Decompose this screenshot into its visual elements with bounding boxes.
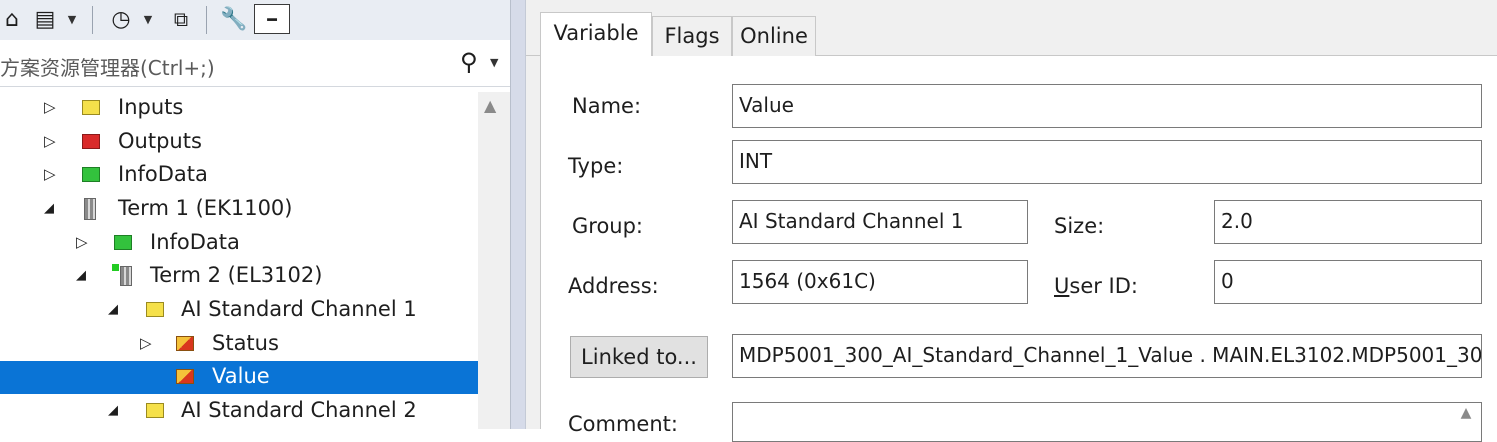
- group-field[interactable]: AI Standard Channel 1: [732, 200, 1028, 244]
- scroll-up-arrow-icon[interactable]: ▲: [484, 96, 496, 115]
- tree-item-label: Status: [212, 331, 279, 355]
- search-input[interactable]: 方案资源管理器(Ctrl+;): [0, 52, 215, 81]
- yellow-folder-icon: [146, 302, 164, 317]
- comment-scroll-up-icon[interactable]: ▲: [1452, 405, 1480, 429]
- terminal-icon: [120, 266, 132, 286]
- expand-arrow-icon[interactable]: ▷: [44, 132, 56, 150]
- pin-icon[interactable]: ━: [254, 4, 290, 34]
- user-id-mnemonic: U: [1054, 274, 1070, 298]
- tree-item-label: InfoData: [118, 162, 208, 186]
- tree-item-label: Inputs: [118, 95, 184, 119]
- tree-item-label: Value: [212, 364, 270, 388]
- green-folder-icon: [114, 235, 132, 250]
- tree-item-status[interactable]: ▷ Status: [0, 328, 478, 361]
- comment-field[interactable]: [732, 402, 1482, 442]
- tab-online[interactable]: Online: [732, 16, 816, 56]
- tree-item-label: AI Standard Channel 1: [181, 297, 417, 321]
- tab-variable[interactable]: Variable: [540, 12, 652, 56]
- switch-view-dropdown-icon[interactable]: ▼: [64, 4, 80, 34]
- home-icon[interactable]: ⌂: [0, 4, 24, 34]
- terminal-icon: [84, 198, 96, 220]
- collapse-all-icon[interactable]: ⧉: [166, 4, 196, 34]
- name-field[interactable]: Value: [732, 84, 1482, 128]
- tree-item-outputs[interactable]: ▷ Outputs: [0, 126, 478, 159]
- switch-view-icon[interactable]: ▤: [28, 4, 62, 34]
- type-field[interactable]: INT: [732, 140, 1482, 184]
- tree-item-label: AI Standard Channel 2: [181, 398, 417, 422]
- property-tabs: Variable Flags Online: [526, 0, 1497, 56]
- active-status-icon: [112, 264, 119, 271]
- expand-arrow-icon[interactable]: ▷: [76, 233, 88, 251]
- comment-label: Comment:: [568, 412, 678, 436]
- search-icon[interactable]: ⚲: [460, 48, 478, 76]
- linked-to-field[interactable]: MDP5001_300_AI_Standard_Channel_1_Value …: [732, 334, 1482, 378]
- tree-item-term1[interactable]: ◢ Term 1 (EK1100): [0, 193, 478, 226]
- address-field[interactable]: 1564 (0x61C): [732, 260, 1028, 304]
- red-folder-icon: [82, 134, 100, 149]
- panel-splitter[interactable]: [510, 0, 526, 429]
- group-label: Group:: [572, 214, 644, 238]
- pending-changes-icon[interactable]: ◷: [104, 4, 138, 34]
- tree-item-label: Term 2 (EL3102): [150, 263, 323, 287]
- collapse-arrow-icon[interactable]: ◢: [76, 268, 86, 283]
- collapse-arrow-icon[interactable]: ◢: [108, 302, 118, 317]
- toolbar-separator: [206, 6, 207, 34]
- name-label: Name:: [572, 94, 642, 118]
- green-folder-icon: [82, 167, 100, 182]
- pending-changes-dropdown-icon[interactable]: ▼: [140, 4, 156, 34]
- tree-item-label: InfoData: [150, 230, 240, 254]
- address-label: Address:: [568, 274, 659, 298]
- explorer-search-bar[interactable]: 方案资源管理器(Ctrl+;) ⚲ ▼: [0, 42, 510, 87]
- type-label: Type:: [568, 154, 624, 178]
- user-id-label: User ID:: [1054, 274, 1138, 298]
- user-id-label-text: ser ID:: [1069, 274, 1138, 298]
- solution-tree: ▷ Inputs ▷ Outputs ▷ InfoData ◢ Term 1 (…: [0, 92, 478, 429]
- tree-item-label: Term 1 (EK1100): [118, 196, 293, 220]
- tree-item-label: Outputs: [118, 129, 202, 153]
- yellow-folder-icon: [82, 100, 100, 115]
- linked-to-button[interactable]: Linked to...: [570, 336, 708, 378]
- user-id-field[interactable]: 0: [1214, 260, 1482, 304]
- search-dropdown-icon[interactable]: ▼: [490, 56, 498, 69]
- tree-item-term2[interactable]: ◢ Term 2 (EL3102): [0, 260, 478, 293]
- properties-wrench-icon[interactable]: 🔧: [218, 4, 250, 34]
- tree-item-ai-channel-2[interactable]: ◢ AI Standard Channel 2: [0, 395, 478, 428]
- tab-flags[interactable]: Flags: [652, 16, 732, 56]
- variable-icon: [176, 369, 194, 384]
- collapse-arrow-icon[interactable]: ◢: [108, 403, 118, 418]
- expand-arrow-icon[interactable]: ▷: [44, 98, 56, 116]
- collapse-arrow-icon[interactable]: ◢: [44, 201, 54, 216]
- expand-arrow-icon[interactable]: ▷: [140, 334, 152, 352]
- size-field[interactable]: 2.0: [1214, 200, 1482, 244]
- toolbar-separator: [92, 6, 93, 34]
- tree-item-value[interactable]: Value: [0, 361, 478, 394]
- tree-item-inputs[interactable]: ▷ Inputs: [0, 92, 478, 125]
- size-label: Size:: [1054, 214, 1105, 238]
- tree-item-infodata[interactable]: ▷ InfoData: [0, 159, 478, 192]
- expand-arrow-icon[interactable]: ▷: [44, 165, 56, 183]
- tree-item-term1-infodata[interactable]: ▷ InfoData: [0, 227, 478, 260]
- variable-icon: [176, 336, 194, 351]
- tree-item-ai-channel-1[interactable]: ◢ AI Standard Channel 1: [0, 294, 478, 327]
- explorer-toolbar: ⌂ ▤ ▼ ◷ ▼ ⧉ 🔧 ━: [0, 0, 510, 40]
- tree-scrollbar[interactable]: [478, 92, 510, 429]
- yellow-folder-icon: [146, 403, 164, 418]
